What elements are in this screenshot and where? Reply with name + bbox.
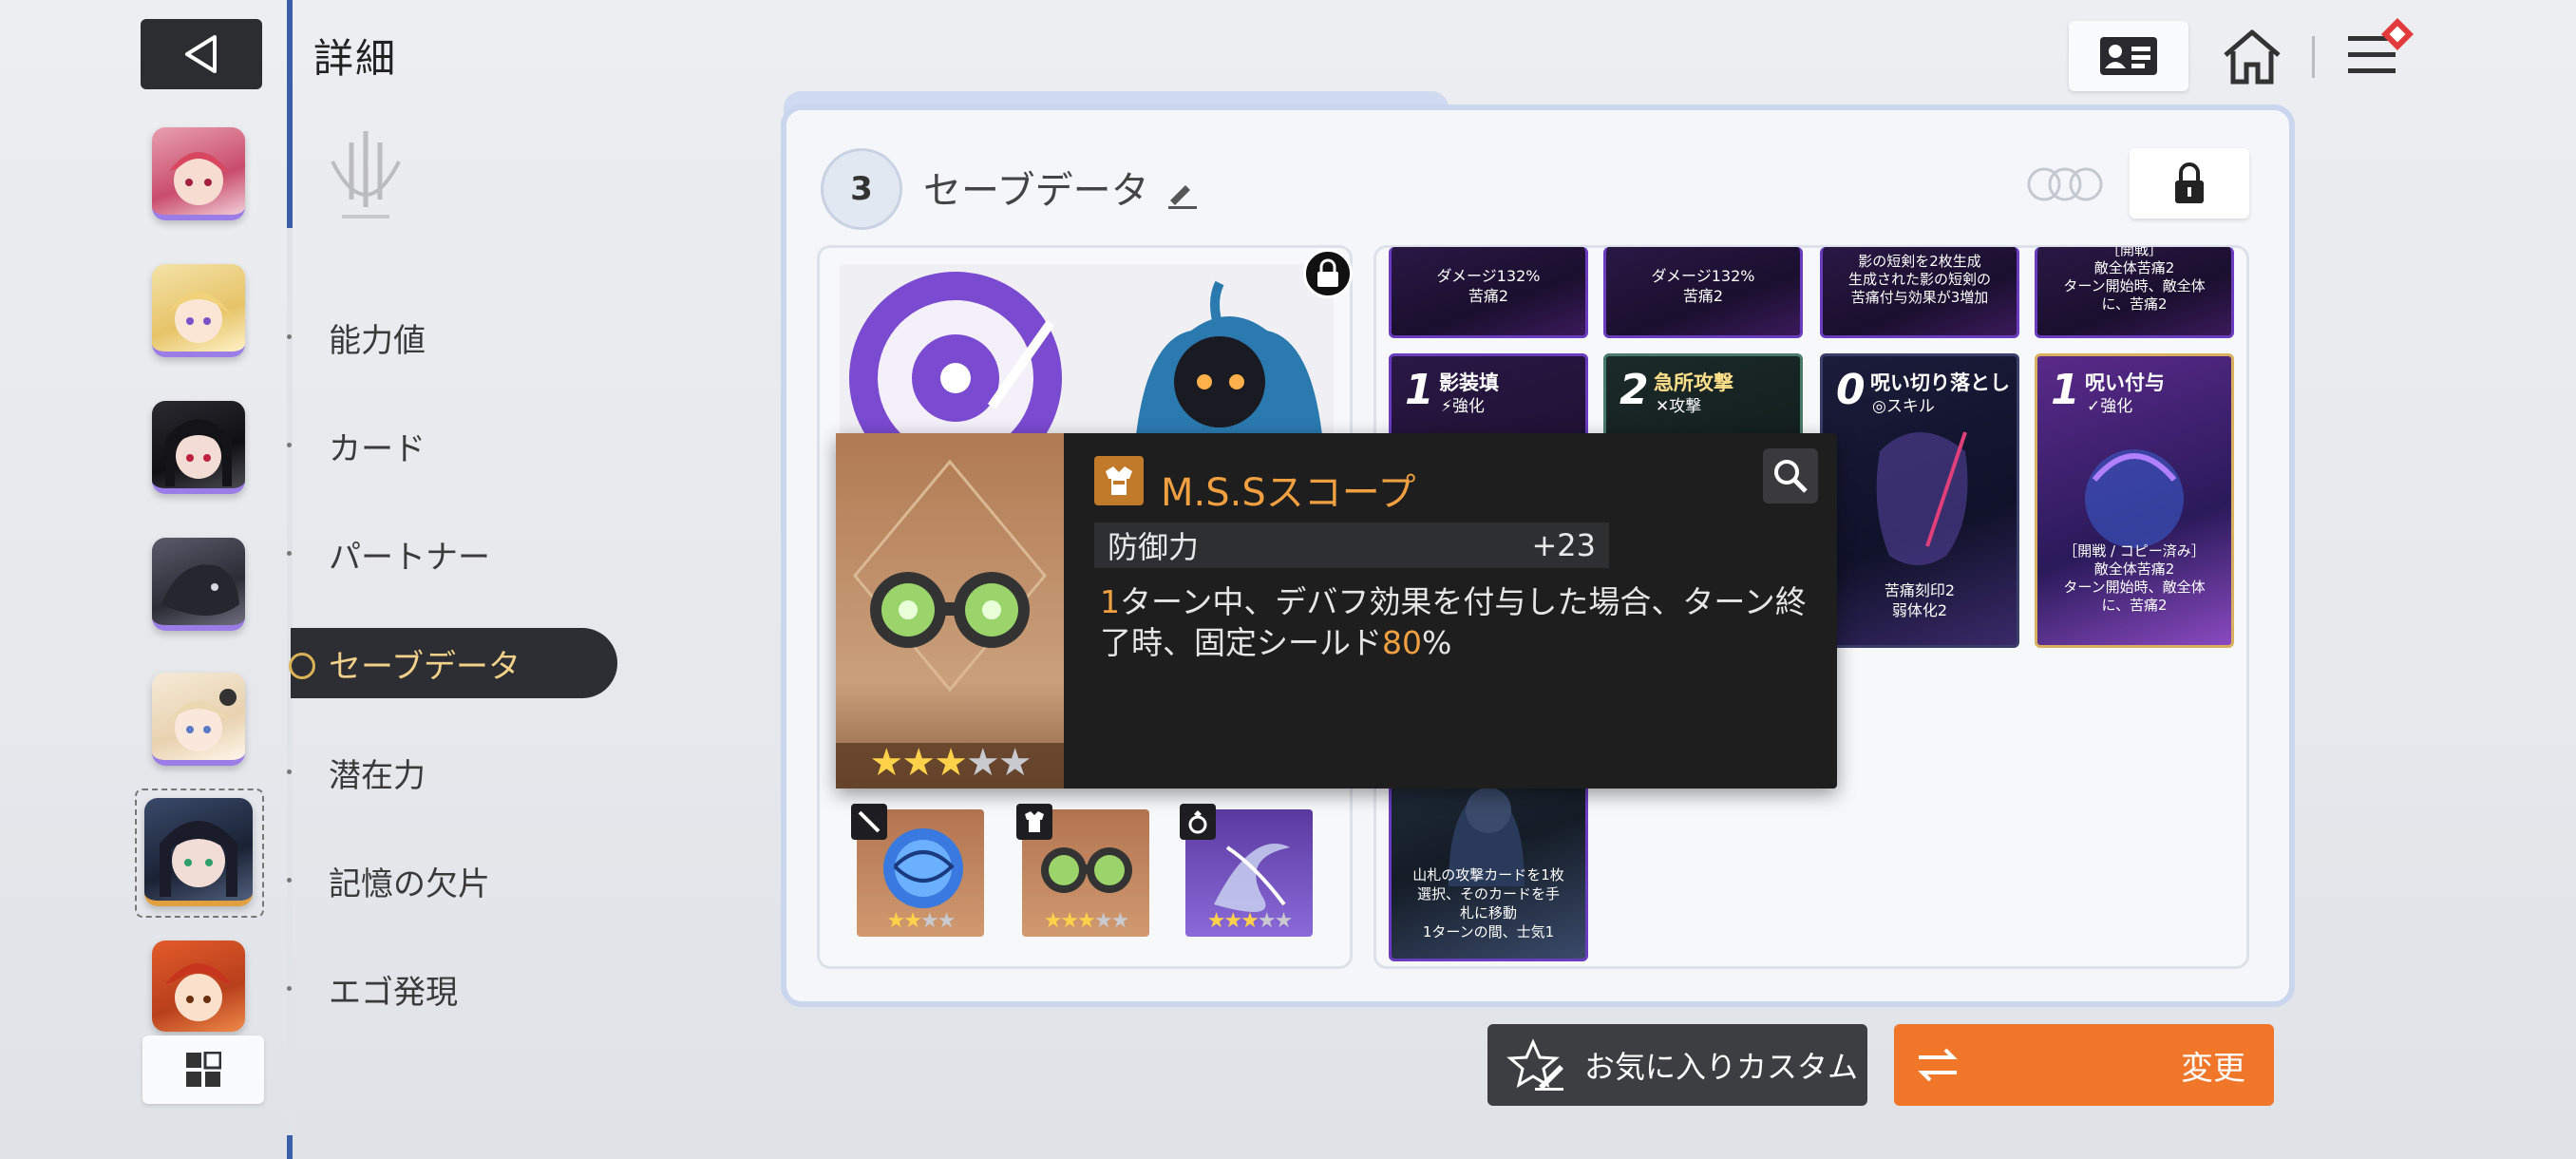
menu-item-ego[interactable]: エゴ発現 xyxy=(287,954,617,1024)
armor-slot-icon xyxy=(1016,804,1052,840)
home-icon xyxy=(2224,29,2281,85)
armor-type-icon xyxy=(1094,456,1144,505)
menu-item-label: パートナー xyxy=(329,538,490,577)
card-desc: 影の短剣を2枚生成 生成された影の短剣の 苦痛付与効果が3増加 xyxy=(1847,253,1991,306)
item-artwork: ★★★★★ xyxy=(836,433,1064,788)
back-button[interactable] xyxy=(141,19,262,89)
character-portrait-4[interactable] xyxy=(152,538,245,631)
stat-value: +23 xyxy=(1531,527,1596,563)
character-portrait-2[interactable] xyxy=(152,264,245,357)
item-stat-row: 防御力 +23 xyxy=(1094,522,1609,568)
menu-button[interactable] xyxy=(2346,17,2428,87)
grid-icon xyxy=(186,1052,221,1087)
menu-item-partner[interactable]: パートナー xyxy=(287,519,617,589)
menu-item-save-data[interactable]: セーブデータ xyxy=(289,628,617,698)
ring-decoration xyxy=(2025,165,2105,203)
card-desc: ダメージ132% 苦痛2 xyxy=(1651,267,1755,305)
grid-view-button[interactable] xyxy=(142,1036,264,1104)
lock-button[interactable] xyxy=(2130,148,2249,218)
stat-label: 防御力 xyxy=(1108,529,1200,565)
favorite-button-label: お気に入りカスタム xyxy=(1584,1049,1859,1085)
deck-card[interactable]: 影の短剣を2枚生成 生成された影の短剣の 苦痛付与効果が3増加 xyxy=(1820,247,2019,338)
save-title[interactable]: セーブデータ xyxy=(923,160,1199,215)
card-desc: 苦痛刻印2 弱体化2 xyxy=(1884,581,1956,619)
card-desc: ［開戦］ 敵全体苦痛2 ターン開始時、敵全体 に、苦痛2 xyxy=(2063,247,2206,313)
profile-card-icon xyxy=(2100,37,2157,75)
weapon-slot-icon xyxy=(851,804,887,840)
card-type: ⚡強化 xyxy=(1441,397,1485,416)
character-portrait-1[interactable] xyxy=(152,127,245,220)
lock-icon xyxy=(2175,162,2204,203)
card-desc: ダメージ132% 苦痛2 xyxy=(1436,267,1541,305)
deck-card[interactable]: 0 呪い切り落とし ◎スキル 苦痛刻印2 弱体化2 xyxy=(1820,353,2019,648)
character-portrait-7[interactable] xyxy=(152,940,245,1032)
page-title: 詳細 xyxy=(313,35,398,82)
inspect-button[interactable] xyxy=(1763,448,1818,504)
swap-icon xyxy=(1918,1048,1958,1082)
deck-card[interactable]: 1 呪い付与 ✓強化 ［開戦 / コピー済み］ 敵全体苦痛2 ターン開始時、敵全… xyxy=(2035,353,2234,648)
faction-emblem xyxy=(323,124,408,228)
menu-item-label: 潜在力 xyxy=(329,756,426,795)
save-artwork xyxy=(840,264,1334,454)
rarity-stars: ★★★★★ xyxy=(1043,909,1130,933)
menu-item-stats[interactable]: 能力値 xyxy=(287,302,617,372)
rail-accent xyxy=(287,0,293,228)
menu-item-label: 能力値 xyxy=(329,321,426,360)
deck-card[interactable]: ダメージ132% 苦痛2 xyxy=(1603,247,1803,338)
card-type: ✕攻撃 xyxy=(1656,397,1702,416)
save-number-badge: 3 xyxy=(821,148,902,230)
item-description: 1ターン中、デバフ効果を付与した場合、ターン終了時、固定シールド80% xyxy=(1100,583,1807,661)
lock-icon xyxy=(1317,258,1338,287)
menu-item-label: セーブデータ xyxy=(329,647,521,686)
change-button[interactable]: 変更 xyxy=(1894,1024,2274,1106)
deck-card[interactable]: ダメージ132% 苦痛2 xyxy=(1389,247,1588,338)
item-name: M.S.Sスコープ xyxy=(1161,471,1416,515)
rarity-stars: ★★★★★ xyxy=(869,741,1032,785)
menu-item-label: 記憶の欠片 xyxy=(329,864,490,903)
card-desc: 山札の攻撃カードを1枚 選択、そのカードを手 札に移動 1ターンの間、士気1 xyxy=(1412,866,1564,940)
edit-icon[interactable] xyxy=(1165,176,1199,210)
change-button-label: 変更 xyxy=(2181,1049,2245,1088)
home-button[interactable] xyxy=(2221,27,2283,87)
deck-card[interactable]: ［開戦］ 敵全体苦痛2 ターン開始時、敵全体 に、苦痛2 xyxy=(2035,247,2234,338)
rail-accent-bottom xyxy=(287,1135,293,1159)
character-portrait-5[interactable] xyxy=(152,673,245,766)
card-cost: 1 xyxy=(1405,366,1434,414)
card-cost: 2 xyxy=(1619,366,1649,414)
card-cost: 1 xyxy=(2051,366,2080,414)
menu-item-label: エゴ発現 xyxy=(329,973,458,1012)
star-edit-icon xyxy=(1506,1038,1563,1091)
profile-card-button[interactable] xyxy=(2069,21,2188,91)
menu-item-label: カード xyxy=(329,429,426,468)
menu-icon xyxy=(2348,18,2414,73)
menu-item-memory-fragments[interactable]: 記憶の欠片 xyxy=(287,846,617,916)
menu-item-potential[interactable]: 潜在力 xyxy=(287,737,617,808)
back-icon xyxy=(185,35,217,73)
rarity-stars: ★★★★★ xyxy=(1206,909,1294,933)
artwork-lock-badge[interactable] xyxy=(1303,249,1353,298)
rarity-stars: ★★★★ xyxy=(886,909,957,933)
search-icon xyxy=(1774,460,1808,493)
character-portrait-3[interactable] xyxy=(152,401,245,494)
character-portrait-6-selected[interactable] xyxy=(144,798,253,906)
card-desc: ［開戦 / コピー済み］ 敵全体苦痛2 ターン開始時、敵全体 に、苦痛2 xyxy=(2063,542,2206,614)
top-divider xyxy=(2312,36,2315,78)
menu-item-cards[interactable]: カード xyxy=(287,410,617,481)
favorite-custom-button[interactable]: お気に入りカスタム xyxy=(1487,1024,1867,1106)
accessory-slot-icon xyxy=(1180,804,1216,840)
